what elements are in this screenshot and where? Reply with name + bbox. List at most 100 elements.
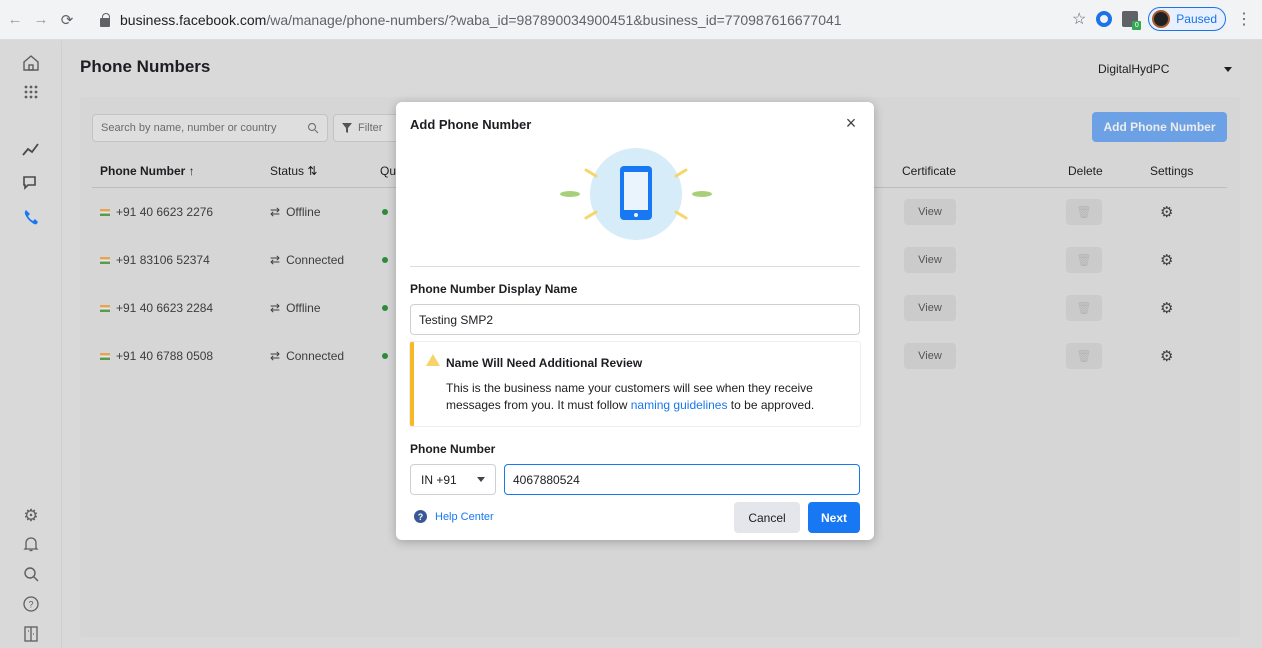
status-text: Offline (286, 205, 321, 219)
status-cell: ⇄ Connected (270, 332, 344, 380)
trash-icon[interactable]: 🗑 (1066, 199, 1102, 225)
phone-number-label: Phone Number (410, 442, 496, 456)
browser-menu-icon[interactable]: ⋮ (1236, 9, 1252, 29)
svg-text:?: ? (28, 600, 33, 610)
quality-cell (382, 188, 388, 236)
gear-icon[interactable]: ⚙ (20, 505, 42, 527)
avatar (1152, 10, 1171, 28)
next-button[interactable]: Next (808, 502, 860, 533)
dialog-title: Add Phone Number (410, 117, 532, 132)
chevron-down-icon (477, 477, 485, 482)
cancel-button[interactable]: Cancel (734, 502, 800, 533)
swap-icon: ⇄ (270, 349, 281, 363)
reload-icon[interactable]: ⟳ (56, 11, 78, 29)
phone-number: +91 40 6788 0508 (116, 349, 214, 363)
india-flag-icon (100, 304, 110, 312)
reports-icon[interactable] (20, 625, 42, 647)
back-icon[interactable]: ← (4, 11, 26, 28)
swap-icon: ⇄ (270, 301, 281, 315)
extension-badge-icon[interactable] (1122, 11, 1142, 30)
add-phone-number-button[interactable]: Add Phone Number (1092, 112, 1227, 142)
insights-icon[interactable] (20, 139, 42, 161)
display-name-label: Phone Number Display Name (410, 282, 578, 296)
quality-dot-icon (382, 209, 388, 215)
column-header-certificate: Certificate (902, 164, 957, 178)
help-icon[interactable]: ? (20, 595, 42, 617)
india-flag-icon (100, 208, 110, 216)
view-certificate-button[interactable]: View (904, 343, 956, 369)
phone-cell: +91 40 6623 2276 (100, 188, 213, 236)
close-icon[interactable]: × (842, 114, 860, 132)
swap-icon: ⇄ (270, 253, 281, 267)
search-input[interactable]: Search by name, number or country (92, 114, 328, 142)
extension-icon[interactable] (1096, 11, 1113, 27)
forward-icon[interactable]: → (30, 11, 52, 28)
phone-number: +91 40 6623 2284 (116, 301, 214, 315)
delete-cell: 🗑 (1066, 332, 1102, 380)
delete-cell: 🗑 (1066, 284, 1102, 332)
account-name: DigitalHydPC (1098, 62, 1170, 76)
address-bar[interactable]: business.facebook.com/wa/manage/phone-nu… (100, 8, 960, 32)
quality-dot-icon (382, 257, 388, 263)
gear-icon[interactable]: ⚙ (1160, 299, 1173, 317)
quality-cell (382, 332, 388, 380)
column-header-quality[interactable]: Qu (380, 164, 396, 178)
gear-icon[interactable]: ⚙ (1160, 347, 1173, 365)
help-center-link[interactable]: ? Help Center (414, 510, 494, 523)
status-cell: ⇄ Connected (270, 236, 344, 284)
country-code-select[interactable]: IN +91 (410, 464, 496, 495)
phone-icon[interactable] (20, 207, 42, 229)
apps-grid-icon[interactable] (20, 83, 42, 105)
question-icon: ? (414, 510, 427, 523)
filter-label: Filter (358, 122, 383, 134)
search-icon[interactable] (20, 565, 42, 587)
add-phone-number-dialog: Add Phone Number × Phone Number Display … (396, 102, 874, 540)
certificate-cell: View (904, 188, 956, 236)
filter-button[interactable]: Filter (333, 114, 403, 142)
warning-text: This is the business name your customers… (446, 380, 856, 414)
settings-cell: ⚙ (1160, 188, 1173, 236)
column-header-phone[interactable]: Phone Number ↑ (100, 164, 195, 178)
help-center-label: Help Center (435, 510, 494, 523)
settings-cell: ⚙ (1160, 236, 1173, 284)
bookmark-star-icon[interactable]: ☆ (1072, 9, 1086, 29)
filter-icon (342, 123, 352, 133)
account-dropdown[interactable]: DigitalHydPC (1090, 54, 1240, 84)
certificate-cell: View (904, 284, 956, 332)
status-text: Connected (286, 349, 345, 363)
warning-text-part: to be approved. (727, 398, 815, 412)
home-icon[interactable] (20, 53, 42, 75)
display-name-input[interactable]: Testing SMP2 (410, 304, 860, 335)
phone-illustration-icon (560, 148, 712, 240)
phone-cell: +91 40 6623 2284 (100, 284, 213, 332)
view-certificate-button[interactable]: View (904, 295, 956, 321)
gear-icon[interactable]: ⚙ (1160, 203, 1173, 221)
quality-dot-icon (382, 353, 388, 359)
delete-cell: 🗑 (1066, 236, 1102, 284)
trash-icon[interactable]: 🗑 (1066, 343, 1102, 369)
certificate-cell: View (904, 332, 956, 380)
trash-icon[interactable]: 🗑 (1066, 247, 1102, 273)
settings-cell: ⚙ (1160, 332, 1173, 380)
profile-status: Paused (1176, 12, 1217, 26)
gear-icon[interactable]: ⚙ (1160, 251, 1173, 269)
search-placeholder: Search by name, number or country (101, 122, 277, 134)
chat-icon[interactable] (20, 173, 42, 195)
quality-dot-icon (382, 305, 388, 311)
phone-number: +91 40 6623 2276 (116, 205, 214, 219)
view-certificate-button[interactable]: View (904, 199, 956, 225)
settings-cell: ⚙ (1160, 284, 1173, 332)
status-cell: ⇄ Offline (270, 188, 321, 236)
naming-guidelines-link[interactable]: naming guidelines (631, 398, 728, 412)
column-header-status[interactable]: Status ⇅ (270, 164, 317, 178)
browser-toolbar: ← → ⟳ business.facebook.com/wa/manage/ph… (0, 0, 1262, 40)
view-certificate-button[interactable]: View (904, 247, 956, 273)
phone-number-input[interactable]: 4067880524 (504, 464, 860, 495)
review-warning: Name Will Need Additional Review This is… (410, 342, 860, 426)
bell-icon[interactable] (20, 535, 42, 557)
profile-button[interactable]: Paused (1148, 7, 1226, 31)
trash-icon[interactable]: 🗑 (1066, 295, 1102, 321)
warning-icon (426, 354, 440, 366)
url-path: /wa/manage/phone-numbers/?waba_id=987890… (266, 12, 842, 28)
status-text: Connected (286, 253, 345, 267)
